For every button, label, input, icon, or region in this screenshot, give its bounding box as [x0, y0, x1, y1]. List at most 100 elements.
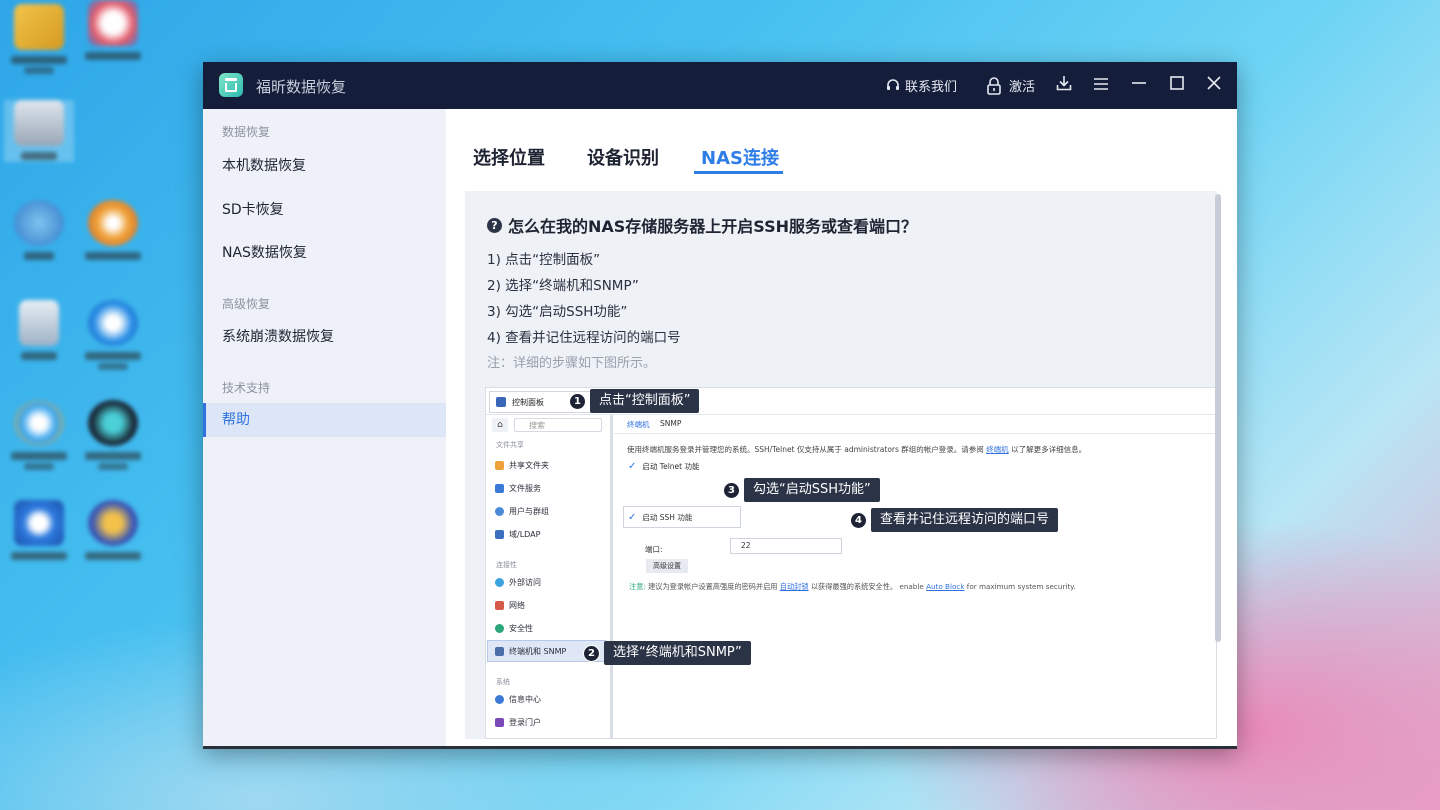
nas-description: 使用终端机服务登录并管理您的系统。SSH/Telnet 仅支持从属于 admin… [627, 444, 1086, 455]
nas-item-label: 共享文件夹 [509, 461, 549, 470]
desktop-icon-user-folder[interactable] [4, 4, 74, 74]
nas-note-en: enable [899, 582, 924, 591]
download-icon [1055, 74, 1073, 96]
help-step-2: 2) 选择“终端机和SNMP” [487, 278, 639, 294]
desktop-icon-network[interactable] [4, 200, 74, 260]
control-panel-icon [496, 397, 506, 407]
nas-item: 网络 [495, 600, 525, 611]
help-question-text: 怎么在我的NAS存储服务器上开启SSH服务或查看端口？ [508, 217, 918, 236]
content-scrollbar[interactable] [1215, 194, 1221, 642]
nas-group-system: 系统 [496, 678, 510, 686]
nas-item: 用户与群组 [495, 506, 549, 517]
minimize-icon [1131, 75, 1147, 95]
callout-number: 4 [850, 511, 867, 529]
sidebar-item-system-crash-recovery[interactable]: 系统崩溃数据恢复 [203, 320, 446, 354]
nas-item-label: 网络 [509, 601, 525, 610]
info-center-icon [495, 695, 504, 704]
nas-advanced-button: 高级设置 [646, 559, 688, 573]
tab-nas-connection[interactable]: NAS连接 [701, 144, 779, 170]
sidebar-group-data-recovery: 数据恢复 [222, 125, 271, 139]
home-icon: ⌂ [492, 418, 508, 432]
maximize-icon [1169, 75, 1185, 95]
nas-description-text: 使用终端机服务登录并管理您的系统。SSH/Telnet 仅支持从属于 admin… [627, 445, 984, 454]
desktop-icon-edge[interactable] [78, 300, 148, 370]
terminal-icon [495, 646, 504, 656]
nas-search-placeholder: 搜索 [529, 421, 545, 430]
nas-item: 共享文件夹 [495, 460, 549, 471]
callout-text: 点击“控制面板” [590, 389, 700, 413]
nas-item-label: 用户与群组 [509, 507, 549, 516]
nas-item: 外部访问 [495, 577, 541, 588]
nas-note-en-link: Auto Block [926, 582, 965, 591]
callout-number: 3 [723, 481, 740, 499]
maximize-button[interactable] [1166, 74, 1188, 96]
help-step-4: 4) 查看并记住远程访问的端口号 [487, 330, 681, 346]
nas-description-tail: 以了解更多详细信息。 [1011, 445, 1087, 454]
close-icon [1206, 75, 1222, 95]
external-access-icon [495, 578, 504, 587]
nas-note-text: 建议为登录帐户设置高强度的密码并启用 [648, 582, 778, 591]
nas-divider [614, 433, 1216, 434]
contact-us-label: 联系我们 [905, 80, 958, 95]
nas-telnet-label: 启动 Telnet 功能 [642, 462, 700, 471]
callout-text: 选择“终端机和SNMP” [604, 641, 751, 665]
question-icon: ? [487, 217, 502, 233]
menu-button[interactable] [1090, 74, 1112, 96]
callout-number: 2 [583, 644, 600, 662]
help-step-1: 1) 点击“控制面板” [487, 252, 601, 268]
callout-number: 1 [569, 392, 586, 410]
desktop-icon-camera[interactable] [78, 400, 148, 470]
close-button[interactable] [1203, 74, 1225, 96]
tab-select-location[interactable]: 选择位置 [473, 144, 545, 170]
title-bar: 福昕数据恢复 联系我们 激活 [203, 62, 1237, 109]
nas-item: 文件服务 [495, 483, 541, 494]
app-logo-icon [219, 73, 243, 97]
folder-icon [495, 461, 504, 470]
help-content-panel: ? 怎么在我的NAS存储服务器上开启SSH服务或查看端口？ 1) 点击“控制面板… [465, 191, 1217, 739]
nas-group-connectivity: 连接性 [496, 561, 517, 569]
desktop-icon-recycle-bin[interactable] [4, 300, 74, 360]
activate-button[interactable]: 激活 [985, 62, 1035, 109]
callout-text: 查看并记住远程访问的端口号 [871, 508, 1059, 532]
sidebar-item-nas-recovery[interactable]: NAS数据恢复 [203, 236, 446, 270]
sidebar-group-advanced: 高级恢复 [222, 297, 271, 311]
nas-ssh-checkbox: ✓ 启动 SSH 功能 [628, 512, 692, 523]
nas-note-text2: 以获得最强的系统安全性。 [810, 582, 898, 591]
nas-item-label: 文件服务 [509, 484, 541, 493]
nas-control-panel-label: 控制面板 [512, 397, 544, 407]
login-portal-icon [495, 718, 504, 727]
users-icon [495, 507, 504, 516]
sidebar-item-local-recovery[interactable]: 本机数据恢复 [203, 149, 446, 183]
nas-item-label: 信息中心 [509, 695, 541, 704]
checkmark-icon: ✓ [628, 461, 637, 472]
nas-tab-terminal: 终端机 [627, 420, 650, 429]
callout-text: 勾选“启动SSH功能” [744, 478, 880, 502]
domain-icon [495, 530, 504, 539]
sidebar-item-sd-recovery[interactable]: SD卡恢复 [203, 193, 446, 227]
desktop-icon-game[interactable] [78, 500, 148, 560]
download-button[interactable] [1053, 74, 1075, 96]
lock-icon [985, 76, 1003, 95]
tab-device-detection[interactable]: 设备识别 [587, 144, 659, 170]
minimize-button[interactable] [1128, 74, 1150, 96]
help-question: ? 怎么在我的NAS存储服务器上开启SSH服务或查看端口？ [487, 213, 917, 237]
nas-item: 域/LDAP [495, 529, 540, 540]
desktop-icon-media[interactable] [78, 200, 148, 260]
app-title: 福昕数据恢复 [256, 78, 347, 96]
help-step-3: 3) 勾选“启动SSH功能” [487, 304, 628, 320]
contact-us-button[interactable]: 联系我们 [884, 62, 957, 109]
security-icon [495, 624, 504, 633]
desktop-icon-settings[interactable] [4, 500, 74, 560]
nas-tab-snmp: SNMP [660, 419, 682, 428]
nas-main: 终端机 SNMP 使用终端机服务登录并管理您的系统。SSH/Telnet 仅支持… [614, 415, 1216, 738]
nas-sidebar: ⌂ 搜索 文件共享 共享文件夹 文件服务 用户与群组 域/LDAP 连接性 外部… [486, 415, 613, 738]
callout-3: 3 勾选“启动SSH功能” [723, 478, 880, 502]
desktop-icon-ie[interactable] [4, 400, 74, 470]
sidebar-item-help[interactable]: 帮助 [203, 403, 446, 437]
nas-item-label: 安全性 [509, 624, 533, 633]
desktop-icon-app[interactable] [78, 0, 148, 60]
nas-item: 登录门户 [495, 717, 541, 728]
desktop-icon-computer[interactable] [4, 100, 74, 162]
nas-telnet-checkbox: ✓ 启动 Telnet 功能 [628, 461, 699, 472]
nas-item-label: 域/LDAP [509, 530, 541, 539]
